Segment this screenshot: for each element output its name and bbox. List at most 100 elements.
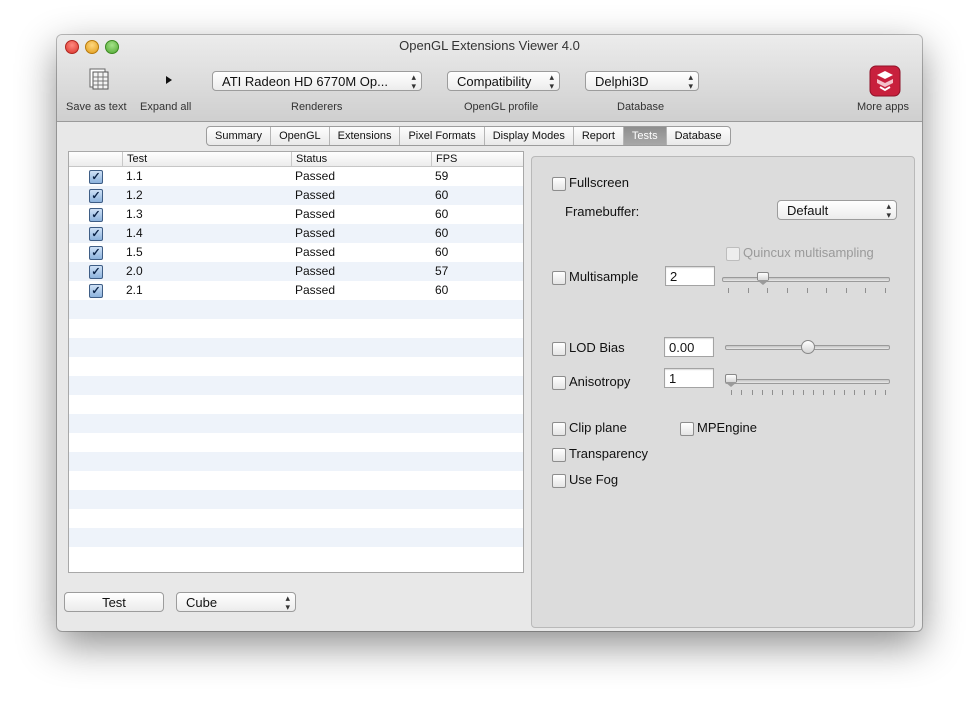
fullscreen-label: Fullscreen xyxy=(569,175,629,190)
row-enabled-checkbox[interactable]: ✓ xyxy=(89,227,103,241)
more-apps-button[interactable]: More apps xyxy=(853,65,917,119)
anisotropy-label: Anisotropy xyxy=(569,374,631,389)
table-row xyxy=(69,547,523,566)
test-name-cell: 1.4 xyxy=(126,226,143,240)
lod-bias-slider-knob[interactable] xyxy=(800,340,815,354)
table-row[interactable]: ✓ 2.0 Passed 57 xyxy=(69,262,523,281)
column-header-status[interactable]: Status xyxy=(291,152,327,166)
multisample-slider-track[interactable] xyxy=(722,277,890,282)
opengl-profile-popup[interactable]: Compatibility ▴ ▾ xyxy=(447,71,560,91)
slider-tick xyxy=(826,288,828,293)
transparency-checkbox[interactable] xyxy=(552,448,566,462)
anisotropy-checkbox[interactable] xyxy=(552,376,566,390)
shape-popup[interactable]: Cube ▴ ▾ xyxy=(176,592,296,612)
table-row[interactable]: ✓ 1.2 Passed 60 xyxy=(69,186,523,205)
fps-cell: 59 xyxy=(435,169,449,183)
table-header: Test Status FPS xyxy=(69,152,523,167)
table-row[interactable]: ✓ 1.5 Passed 60 xyxy=(69,243,523,262)
quincux-multisampling-label: Quincux multisampling xyxy=(743,245,874,260)
quincux-multisampling-checkbox[interactable] xyxy=(726,247,740,261)
more-apps-label: More apps xyxy=(857,101,909,113)
slider-tick xyxy=(772,390,774,395)
test-options-panel: Fullscreen Framebuffer: Default ▴ ▾ Quinc… xyxy=(531,156,915,628)
column-header-fps[interactable]: FPS xyxy=(431,152,457,166)
row-enabled-checkbox[interactable]: ✓ xyxy=(89,246,103,260)
lod-bias-field[interactable]: 0.00 xyxy=(664,337,714,357)
updown-arrows-icon: ▴ ▾ xyxy=(285,593,290,612)
slider-tick xyxy=(813,390,815,395)
test-name-cell: 2.0 xyxy=(126,264,143,278)
test-name-cell: 1.1 xyxy=(126,169,143,183)
row-enabled-checkbox[interactable]: ✓ xyxy=(89,189,103,203)
fps-cell: 57 xyxy=(435,264,449,278)
tab-report[interactable]: Report xyxy=(574,127,624,145)
table-row xyxy=(69,414,523,433)
framebuffer-popup[interactable]: Default ▴ ▾ xyxy=(777,200,897,220)
fps-cell: 60 xyxy=(435,283,449,297)
tab-opengl[interactable]: OpenGL xyxy=(271,127,330,145)
column-header-test[interactable]: Test xyxy=(122,152,147,166)
use-fog-checkbox[interactable] xyxy=(552,474,566,488)
table-row xyxy=(69,357,523,376)
slider-tick xyxy=(843,390,845,395)
tab-tests[interactable]: Tests xyxy=(623,127,667,145)
slider-tick xyxy=(854,390,856,395)
table-row xyxy=(69,433,523,452)
renderers-label: Renderers xyxy=(291,101,343,113)
slider-tick xyxy=(731,390,732,395)
anisotropy-field[interactable]: 1 xyxy=(664,368,714,388)
multisample-field[interactable]: 2 xyxy=(665,266,715,286)
framebuffer-popup-value: Default xyxy=(787,203,829,218)
slider-tick xyxy=(885,288,886,293)
table-row[interactable]: ✓ 2.1 Passed 60 xyxy=(69,281,523,300)
table-row[interactable]: ✓ 1.3 Passed 60 xyxy=(69,205,523,224)
renderer-popup[interactable]: ATI Radeon HD 6770M Op... ▴ ▾ xyxy=(212,71,422,91)
fps-cell: 60 xyxy=(435,188,449,202)
status-cell: Passed xyxy=(295,264,336,278)
tab-display-modes[interactable]: Display Modes xyxy=(485,127,574,145)
tab-database[interactable]: Database xyxy=(667,127,730,145)
table-row xyxy=(69,395,523,414)
table-row[interactable]: ✓ 1.1 Passed 59 xyxy=(69,167,523,186)
app-window: OpenGL Extensions Viewer 4.0 Save as tex… xyxy=(57,35,922,631)
expand-all-button[interactable]: Expand all xyxy=(137,68,201,118)
tab-extensions[interactable]: Extensions xyxy=(330,127,401,145)
opengl-profile-label: OpenGL profile xyxy=(464,101,539,113)
clip-plane-checkbox[interactable] xyxy=(552,422,566,436)
spreadsheet-icon xyxy=(89,68,109,90)
framebuffer-label: Framebuffer: xyxy=(565,204,640,219)
slider-tick xyxy=(874,390,876,395)
row-enabled-checkbox[interactable]: ✓ xyxy=(89,284,103,298)
save-as-text-button[interactable]: Save as text xyxy=(63,68,133,118)
table-row xyxy=(69,376,523,395)
anisotropy-slider-track[interactable] xyxy=(725,379,890,384)
slider-tick xyxy=(782,390,784,395)
updown-arrows-icon: ▴ ▾ xyxy=(411,72,416,91)
app-store-logo-icon xyxy=(869,65,901,97)
row-enabled-checkbox[interactable]: ✓ xyxy=(89,170,103,184)
tests-table: Test Status FPS ✓ 1.1 Passed 59 ✓ 1.2 Passed 60… xyxy=(68,151,524,573)
tab-bar: Summary OpenGL Extensions Pixel Formats … xyxy=(206,126,731,146)
table-row xyxy=(69,528,523,547)
updown-arrows-icon: ▴ ▾ xyxy=(688,72,693,91)
lod-bias-checkbox[interactable] xyxy=(552,342,566,356)
multisample-label: Multisample xyxy=(569,269,639,284)
slider-tick xyxy=(806,288,808,293)
database-popup[interactable]: Delphi3D ▴ ▾ xyxy=(585,71,699,91)
tab-summary[interactable]: Summary xyxy=(207,127,272,145)
window-title: OpenGL Extensions Viewer 4.0 xyxy=(399,38,580,53)
status-cell: Passed xyxy=(295,188,336,202)
row-enabled-checkbox[interactable]: ✓ xyxy=(89,208,103,222)
table-row xyxy=(69,338,523,357)
multisample-checkbox[interactable] xyxy=(552,271,566,285)
row-enabled-checkbox[interactable]: ✓ xyxy=(89,265,103,279)
tab-pixel-formats[interactable]: Pixel Formats xyxy=(400,127,485,145)
expand-all-label: Expand all xyxy=(140,101,192,113)
table-row[interactable]: ✓ 1.4 Passed 60 xyxy=(69,224,523,243)
test-button[interactable]: Test xyxy=(64,592,164,612)
test-name-cell: 1.2 xyxy=(126,188,143,202)
transparency-label: Transparency xyxy=(569,446,648,461)
fullscreen-checkbox[interactable] xyxy=(552,177,566,191)
mpengine-checkbox[interactable] xyxy=(680,422,694,436)
clip-plane-label: Clip plane xyxy=(569,420,627,435)
